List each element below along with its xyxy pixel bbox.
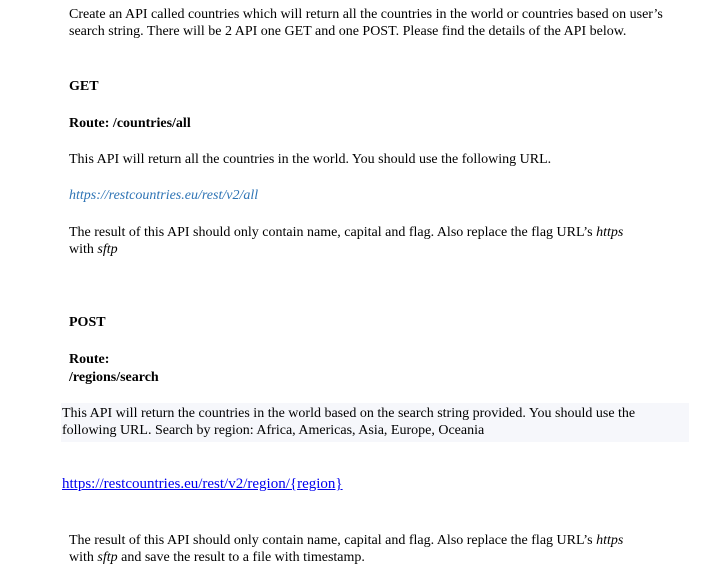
post-result-text-a: The result of this API should only conta… xyxy=(69,533,597,548)
get-route: Route: /countries/all xyxy=(69,116,191,131)
get-result-paragraph: The result of this API should only conta… xyxy=(69,224,634,258)
post-route-label: Route: xyxy=(69,352,110,367)
post-result-text-c: and save the result to a file with times… xyxy=(117,550,365,565)
post-result-sftp: sftp xyxy=(97,550,118,565)
post-heading: POST xyxy=(69,315,106,330)
intro-paragraph: Create an API called countries which wil… xyxy=(69,7,663,39)
post-url-link[interactable]: https://restcountries.eu/rest/v2/region/… xyxy=(62,476,343,493)
post-result-https: https xyxy=(596,533,624,548)
get-url-link[interactable]: https://restcountries.eu/rest/v2/all xyxy=(69,187,258,204)
post-description: This API will return the countries in th… xyxy=(61,403,689,442)
get-description: This API will return all the countries i… xyxy=(69,152,552,167)
post-route-path: /regions/search xyxy=(69,370,159,385)
get-result-https: https xyxy=(596,225,624,240)
get-result-text-b: with xyxy=(69,242,98,257)
get-result-sftp: sftp xyxy=(97,242,118,257)
post-result-paragraph: The result of this API should only conta… xyxy=(69,532,634,566)
get-result-text-a: The result of this API should only conta… xyxy=(69,225,597,240)
get-heading: GET xyxy=(69,79,99,94)
post-result-text-b: with xyxy=(69,550,98,565)
